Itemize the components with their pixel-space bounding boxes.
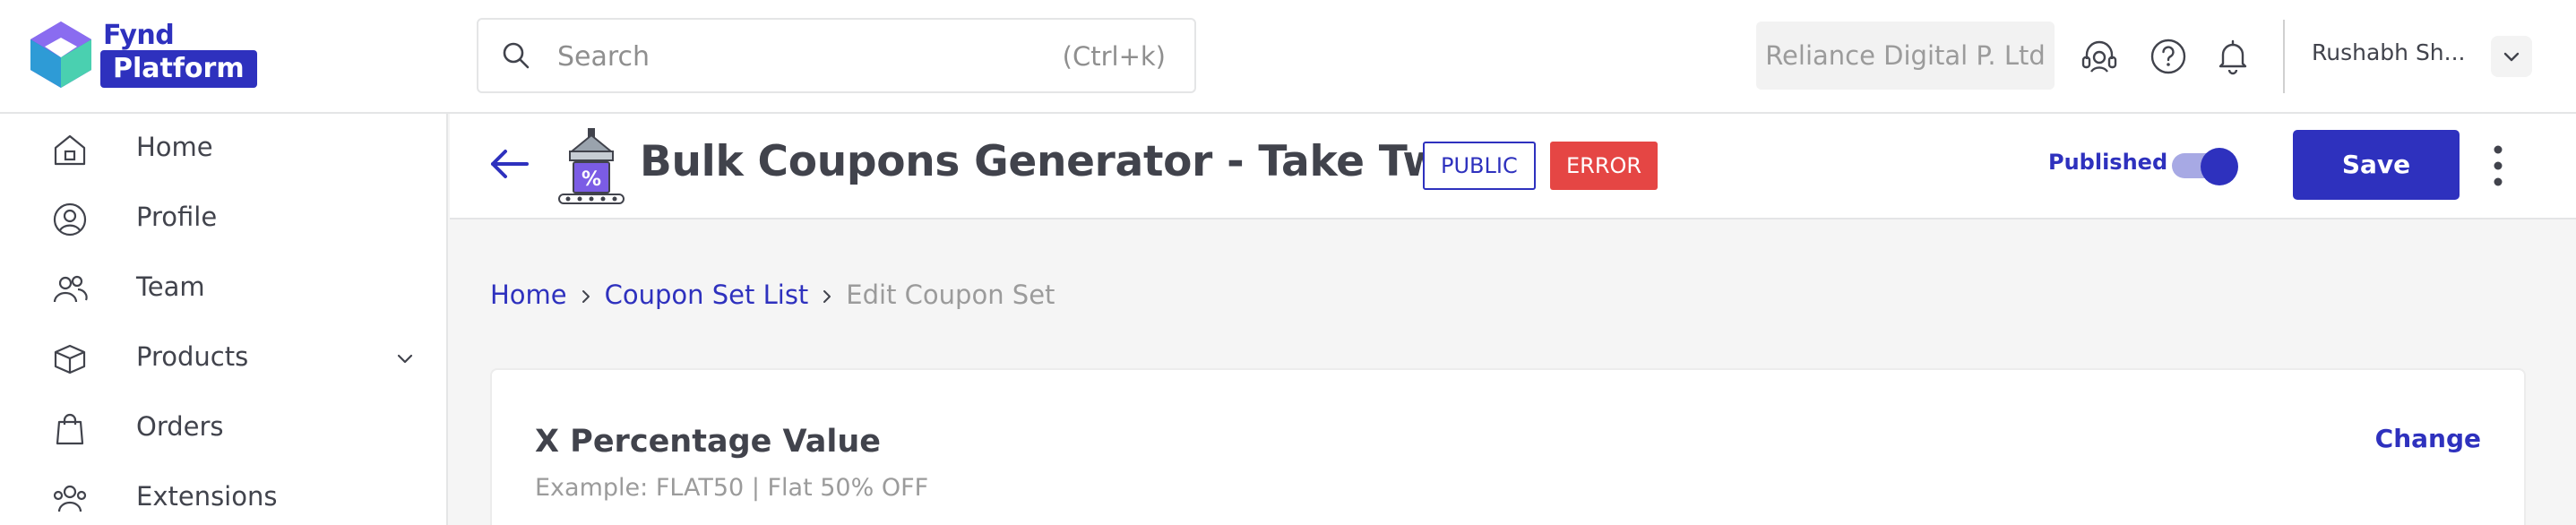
sidebar: Home Profile Team Products Orders Extens…	[0, 114, 448, 525]
help-circle-icon[interactable]	[2148, 36, 2189, 77]
box-icon	[54, 344, 86, 374]
home-icon	[54, 134, 86, 166]
sidebar-item-label: Home	[136, 132, 213, 162]
breadcrumb: Home Coupon Set List Edit Coupon Set	[490, 280, 1055, 310]
sidebar-item-products[interactable]: Products	[0, 323, 448, 393]
sidebar-item-label: Team	[136, 271, 205, 302]
svg-text:%: %	[582, 168, 601, 191]
bell-icon[interactable]	[2212, 36, 2253, 77]
change-link[interactable]: Change	[2375, 424, 2481, 453]
sidebar-item-team[interactable]: Team	[0, 254, 448, 323]
search-icon	[503, 42, 530, 69]
breadcrumb-current: Edit Coupon Set	[846, 280, 1055, 310]
top-bar: Fynd Platform Search (Ctrl+k) Reliance D…	[0, 0, 2576, 114]
coupon-generator-logo-icon: %	[558, 128, 625, 204]
coupon-type-example: Example: FLAT50 | Flat 50% OFF	[535, 474, 929, 502]
sidebar-item-label: Products	[136, 341, 249, 372]
toggle-knob	[2201, 148, 2238, 185]
coupon-type-card: X Percentage Value Example: FLAT50 | Fla…	[490, 368, 2526, 525]
search-bar[interactable]: Search (Ctrl+k)	[477, 18, 1196, 93]
chevron-down-icon[interactable]	[391, 345, 419, 374]
chevron-down-icon	[2503, 52, 2520, 62]
chevron-right-icon	[823, 290, 831, 303]
chevron-right-icon	[582, 290, 590, 303]
sidebar-item-home[interactable]: Home	[0, 114, 448, 184]
search-input[interactable]: Search	[557, 41, 650, 73]
top-bar-divider	[2283, 20, 2285, 93]
user-menu-button[interactable]	[2491, 36, 2532, 77]
status-badge: ERROR	[1550, 142, 1658, 190]
breadcrumb-coupon-set-list[interactable]: Coupon Set List	[605, 280, 809, 310]
sidebar-item-label: Orders	[136, 411, 224, 442]
sidebar-item-extensions[interactable]: Extensions	[0, 463, 448, 525]
logo-mark-icon	[30, 22, 91, 88]
user-name[interactable]: Rushabh Sh...	[2312, 39, 2466, 65]
logo-word-fynd: Fynd	[103, 20, 175, 51]
more-options-icon[interactable]	[2484, 142, 2512, 189]
save-button[interactable]: Save	[2293, 130, 2460, 200]
user-circle-icon	[53, 202, 87, 237]
sidebar-item-label: Profile	[136, 202, 218, 232]
sidebar-item-label: Extensions	[136, 481, 278, 512]
sidebar-item-profile[interactable]: Profile	[0, 184, 448, 254]
team-icon	[53, 275, 88, 303]
page-header: % Bulk Coupons Generator - Take Two PUBL…	[450, 114, 2576, 219]
visibility-badge: PUBLIC	[1423, 142, 1536, 190]
fynd-platform-logo[interactable]: Fynd Platform	[25, 18, 258, 91]
coupon-type-title: X Percentage Value	[535, 424, 881, 460]
shopping-bag-icon	[56, 413, 84, 445]
search-shortcut-hint: (Ctrl+k)	[1062, 41, 1166, 72]
page-title: Bulk Coupons Generator - Take Two	[640, 137, 1470, 186]
users-icon	[53, 485, 87, 512]
back-arrow-icon[interactable]	[486, 141, 532, 187]
published-label: Published	[2048, 150, 2168, 175]
published-toggle[interactable]	[2172, 148, 2238, 185]
headset-support-icon[interactable]	[2079, 36, 2120, 77]
company-selector[interactable]: Reliance Digital P. Ltd	[1756, 22, 2055, 90]
logo-word-platform: Platform	[100, 50, 257, 88]
sidebar-item-orders[interactable]: Orders	[0, 393, 448, 463]
breadcrumb-home[interactable]: Home	[490, 280, 567, 310]
